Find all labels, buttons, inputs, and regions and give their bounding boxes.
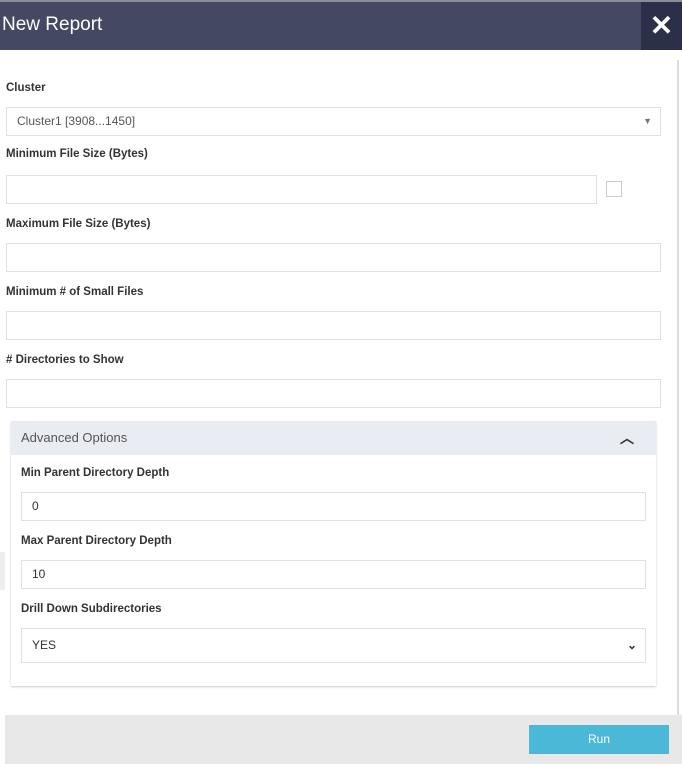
min-file-size-input[interactable] bbox=[6, 175, 597, 204]
scrollbar[interactable] bbox=[677, 60, 679, 720]
cluster-label: Cluster bbox=[6, 82, 46, 94]
dialog-footer: Run bbox=[5, 715, 682, 764]
min-small-files-label: Minimum # of Small Files bbox=[6, 286, 144, 298]
drill-down-value: YES bbox=[32, 638, 57, 652]
dialog-header: New Report ✕ bbox=[0, 0, 682, 50]
dialog-title: New Report bbox=[2, 14, 103, 35]
run-button[interactable]: Run bbox=[529, 725, 669, 754]
close-button[interactable]: ✕ bbox=[641, 2, 682, 50]
max-depth-label: Max Parent Directory Depth bbox=[21, 535, 172, 547]
chevron-down-icon: ⌄ bbox=[626, 638, 637, 652]
drill-down-label: Drill Down Subdirectories bbox=[21, 603, 162, 615]
cluster-select[interactable]: Cluster1 [3908...1450] ▼ bbox=[6, 107, 661, 136]
close-icon: ✕ bbox=[649, 10, 674, 41]
min-file-size-checkbox[interactable] bbox=[606, 181, 622, 197]
dirs-to-show-label: # Directories to Show bbox=[6, 354, 124, 366]
max-file-size-label: Maximum File Size (Bytes) bbox=[6, 218, 151, 230]
background-sliver bbox=[0, 552, 5, 590]
advanced-options-title: Advanced Options bbox=[21, 430, 128, 445]
min-small-files-input[interactable] bbox=[6, 311, 661, 340]
chevron-up-icon: ︿ bbox=[620, 430, 634, 446]
min-depth-label: Min Parent Directory Depth bbox=[21, 467, 170, 479]
max-file-size-input[interactable] bbox=[6, 243, 661, 272]
min-depth-input[interactable]: 0 bbox=[21, 492, 646, 521]
max-depth-input[interactable]: 10 bbox=[21, 560, 646, 589]
dirs-to-show-input[interactable] bbox=[6, 379, 661, 408]
advanced-options-toggle[interactable]: Advanced Options ︿ bbox=[11, 421, 656, 455]
cluster-value: Cluster1 [3908...1450] bbox=[17, 114, 136, 128]
drill-down-select[interactable]: YES ⌄ bbox=[21, 628, 646, 663]
caret-down-icon: ▼ bbox=[643, 116, 652, 126]
min-file-size-label: Minimum File Size (Bytes) bbox=[6, 148, 148, 160]
